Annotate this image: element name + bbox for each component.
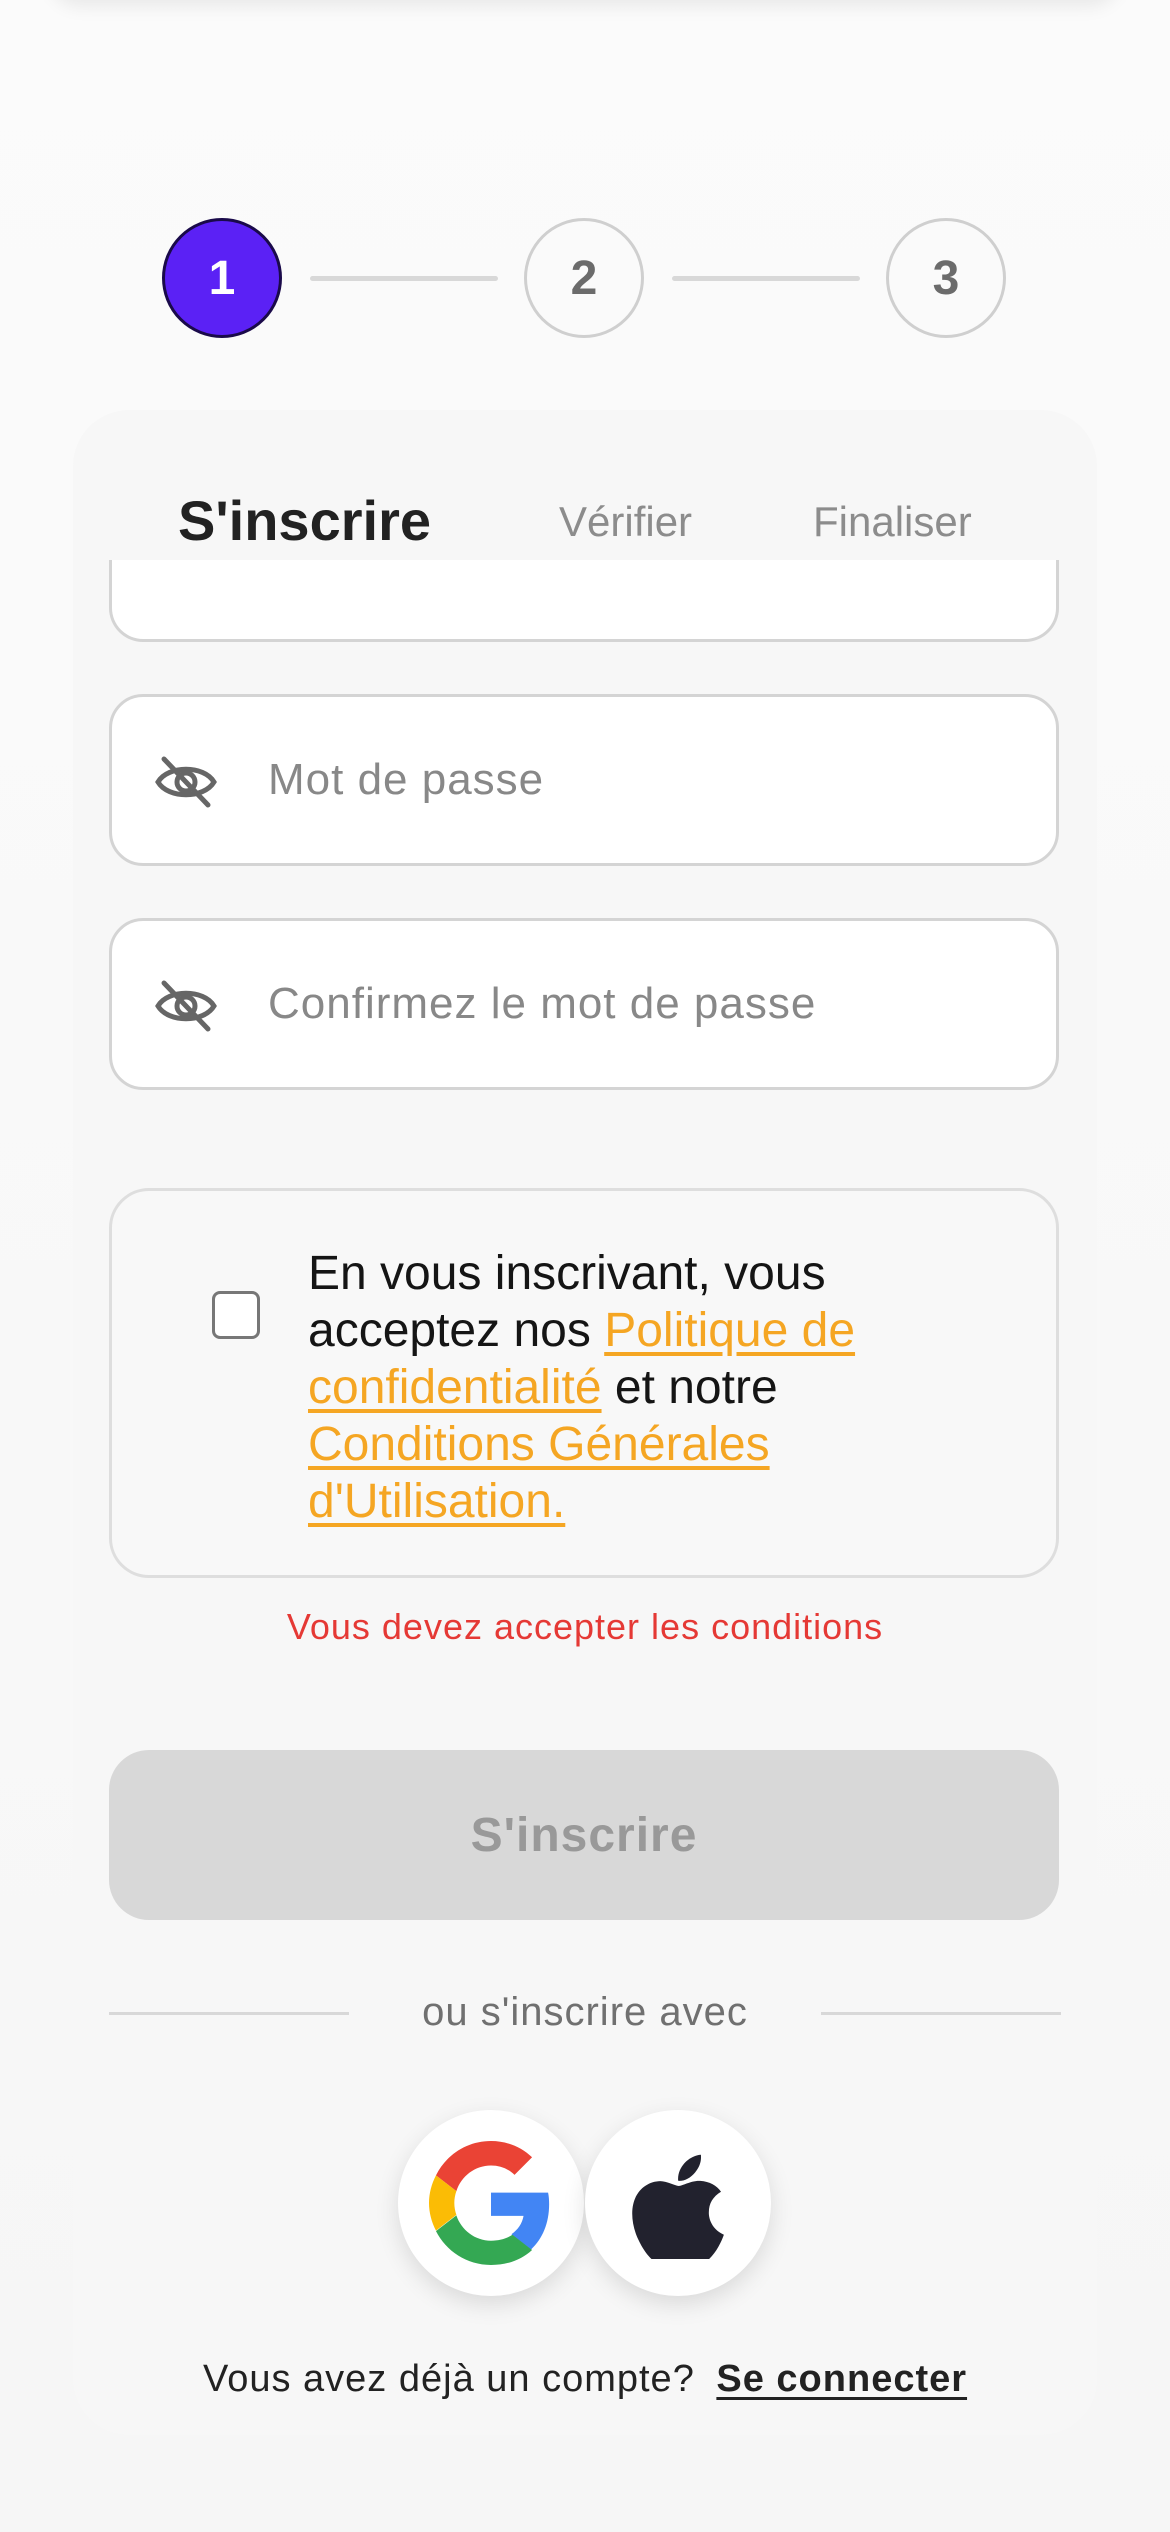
google-icon [429,2141,550,2265]
divider-line-right [821,2012,1061,2015]
terms-box: En vous inscrivant, vous acceptez nos Po… [109,1188,1059,1578]
tab-signup[interactable]: S'inscrire [178,488,431,553]
step-1-label: 1 [208,251,236,305]
apple-signin-button[interactable] [585,2110,771,2296]
login-prompt: Vous avez déjà un compte? Se connecter [0,2358,1170,2401]
password-field[interactable]: Mot de passe [109,694,1059,866]
signup-submit-button[interactable]: S'inscrire [109,1750,1059,1920]
step-1: 1 [162,218,282,338]
terms-of-use-link[interactable]: Conditions Générales d'Utilisation. [308,1418,770,1528]
login-question: Vous avez déjà un compte? [202,2358,695,2400]
step-2: 2 [524,218,644,338]
tab-verify[interactable]: Vérifier [559,498,692,546]
step-2-label: 2 [570,251,598,305]
scrolled-field-partial[interactable] [109,560,1059,642]
eye-off-icon[interactable] [154,979,218,1033]
password-placeholder: Mot de passe [268,755,545,804]
apple-icon [632,2154,724,2259]
step-3: 3 [886,218,1006,338]
confirm-password-placeholder: Confirmez le mot de passe [268,979,817,1028]
login-link[interactable]: Se connecter [716,2358,967,2400]
eye-off-icon[interactable] [154,755,218,809]
step-connector-1 [310,276,498,281]
terms-text: En vous inscrivant, vous acceptez nos Po… [308,1245,988,1530]
tab-finalize[interactable]: Finaliser [813,498,972,546]
step-connector-2 [672,276,860,281]
terms-error-message: Vous devez accepter les conditions [286,1606,884,1647]
google-signin-button[interactable] [398,2110,584,2296]
terms-checkbox[interactable] [212,1291,260,1339]
terms-text-part-2: et notre [601,1361,778,1414]
step-3-label: 3 [932,251,960,305]
confirm-password-field[interactable]: Confirmez le mot de passe [109,918,1059,1090]
